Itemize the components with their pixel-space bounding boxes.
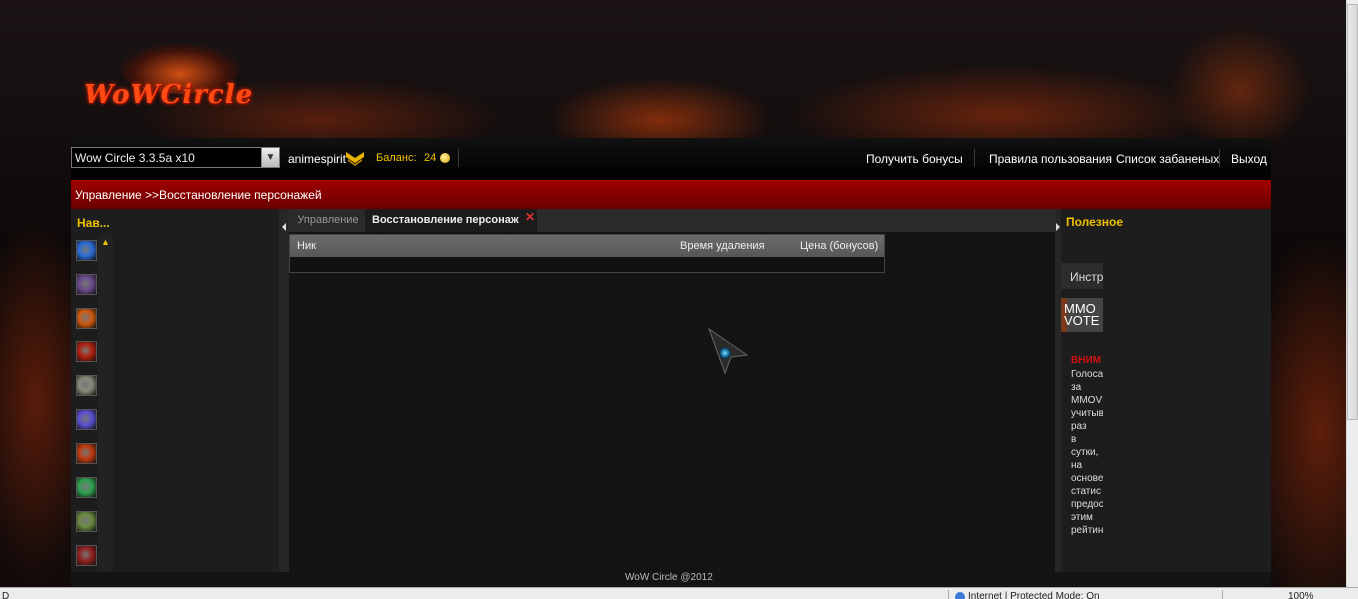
notice-line: в — [1071, 434, 1077, 445]
notice-line: основе — [1071, 473, 1103, 484]
column-price[interactable]: Цена (бонусов) — [800, 240, 878, 252]
nav-spell-icon-5[interactable] — [76, 375, 97, 396]
mouse-cursor-icon — [707, 327, 749, 375]
notice-line: учитыв — [1071, 408, 1103, 419]
nav-spell-icon-3[interactable] — [76, 308, 97, 329]
notice-line: рейтин — [1071, 525, 1103, 536]
browser-vertical-scrollbar[interactable] — [1346, 0, 1358, 587]
nav-spell-icon-10[interactable] — [76, 545, 97, 566]
balance-label: Баланс: — [376, 152, 417, 164]
useful-title: Полезное — [1066, 215, 1124, 229]
collapse-left-toggle[interactable] — [279, 209, 289, 572]
nav-spell-icon-6[interactable] — [76, 409, 97, 430]
status-text: D — [2, 591, 10, 599]
right-useful-panel: Полезное Инстр MMO VOTE ВНИМ Голоса за M… — [1061, 209, 1271, 572]
get-bonuses-link[interactable]: Получить бонусы — [866, 152, 963, 166]
deleted-characters-table: Ник Время удаления Цена (бонусов) — [289, 234, 885, 273]
copyright: WoW Circle @2012 — [625, 572, 713, 583]
site-logo[interactable]: WoWCircle — [80, 40, 270, 120]
zoom-level[interactable]: 100% — [1288, 591, 1314, 599]
scrollbar-thumb[interactable] — [1347, 4, 1358, 420]
notice-line: на — [1071, 460, 1083, 471]
notice-line: раз — [1071, 421, 1087, 432]
nav-spell-icon-8[interactable] — [76, 477, 97, 498]
table-header: Ник Время удаления Цена (бонусов) — [290, 235, 884, 257]
logout-link[interactable]: Выход — [1231, 152, 1267, 166]
chevron-down-icon[interactable]: ▼ — [261, 148, 279, 167]
divider — [948, 590, 949, 599]
footer: WoW Circle @2012 — [71, 572, 1271, 586]
rank-chevron-icon — [346, 152, 364, 166]
nav-spell-icon-2[interactable] — [76, 274, 97, 295]
notice-heading: ВНИМ — [1071, 355, 1101, 366]
notice-line: за — [1071, 382, 1082, 393]
nav-spell-icon-4[interactable] — [76, 341, 97, 362]
banner-line-2: VOTE — [1064, 313, 1100, 328]
top-bar: Wow Circle 3.3.5a x10 ▼ animespirit Бала… — [71, 138, 1271, 180]
breadcrumb-bar: Управление >>Восстановление персонажей — [71, 180, 1271, 209]
coin-icon — [440, 153, 450, 163]
rules-link[interactable]: Правила пользования — [989, 152, 1112, 166]
nav-spell-icon-1[interactable] — [76, 240, 97, 261]
nav-spell-icon-7[interactable] — [76, 443, 97, 464]
main-content: Управление Восстановление персонаж ✕ Ник… — [289, 209, 1055, 572]
instructions-tab-label: Инстр — [1070, 270, 1103, 284]
browser-status-bar: D Internet | Protected Mode: On 100% — [0, 587, 1358, 599]
instructions-tab[interactable]: Инстр — [1061, 263, 1103, 289]
left-navigation-panel: Нав... ▲ — [71, 209, 279, 572]
realm-select[interactable]: Wow Circle 3.3.5a x10 ▼ — [71, 147, 280, 168]
username[interactable]: animespirit — [288, 152, 346, 166]
banned-list-link[interactable]: Список забаненых — [1116, 152, 1219, 166]
tab-bar: Управление Восстановление персонаж ✕ — [289, 209, 1055, 232]
breadcrumb: Управление >>Восстановление персонажей — [75, 188, 322, 202]
tab-restore-characters-label: Восстановление персонаж — [372, 214, 519, 226]
notice-line: этим — [1071, 512, 1093, 523]
notice-line: предос — [1071, 499, 1103, 510]
balance-value: 24 — [424, 152, 437, 164]
divider — [1222, 590, 1223, 599]
logo-text: WoWCircle — [84, 80, 254, 110]
nav-spell-icon-9[interactable] — [76, 511, 97, 532]
tab-restore-characters[interactable]: Восстановление персонаж — [365, 209, 537, 232]
divider — [1219, 149, 1220, 167]
vote-notice: ВНИМ Голоса за MMOV учитыв раз в сутки, … — [1061, 355, 1103, 545]
scroll-up-arrow-icon[interactable]: ▲ — [98, 235, 113, 249]
close-icon[interactable]: ✕ — [525, 211, 535, 223]
nav-scrollbar[interactable]: ▲ — [98, 235, 113, 572]
divider — [974, 149, 975, 167]
column-delete-time[interactable]: Время удаления — [680, 240, 765, 252]
nav-title[interactable]: Нав... — [77, 216, 110, 230]
notice-line: Голоса — [1071, 369, 1103, 380]
divider — [458, 149, 459, 167]
globe-icon — [955, 592, 965, 599]
notice-line: сутки, — [1071, 447, 1099, 458]
column-nick[interactable]: Ник — [297, 240, 316, 252]
arrow-right-icon — [1056, 223, 1060, 231]
notice-line: MMOV — [1071, 395, 1103, 406]
mmovote-banner[interactable]: MMO VOTE — [1061, 298, 1103, 332]
tab-management[interactable]: Управление — [291, 209, 365, 232]
security-zone[interactable]: Internet | Protected Mode: On — [968, 591, 1100, 599]
arrow-left-icon — [282, 223, 286, 231]
notice-line: статис — [1071, 486, 1101, 497]
realm-select-value: Wow Circle 3.3.5a x10 — [75, 151, 195, 165]
